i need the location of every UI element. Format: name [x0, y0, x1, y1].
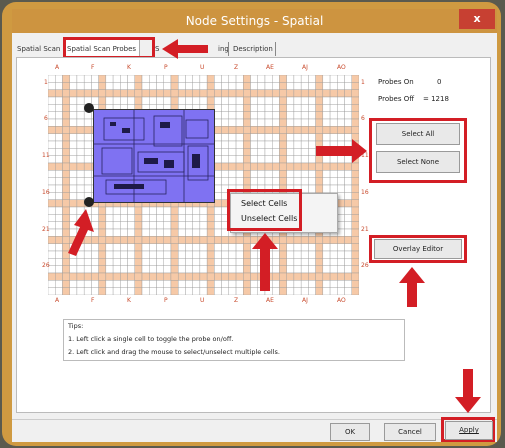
arrow-diagonal-icon: [68, 209, 94, 256]
arrow-up-icon: [252, 233, 278, 291]
arrow-left-icon: [162, 39, 208, 59]
annotation-arrows: [68, 39, 481, 413]
arrow-down-icon: [455, 369, 481, 413]
arrow-up-icon: [399, 267, 425, 307]
node-settings-window: Node Settings - Spatial x Spatial Scan S…: [12, 9, 497, 442]
window-frame: Node Settings - Spatial x Spatial Scan S…: [2, 2, 501, 446]
arrow-left-icon: [316, 139, 367, 163]
